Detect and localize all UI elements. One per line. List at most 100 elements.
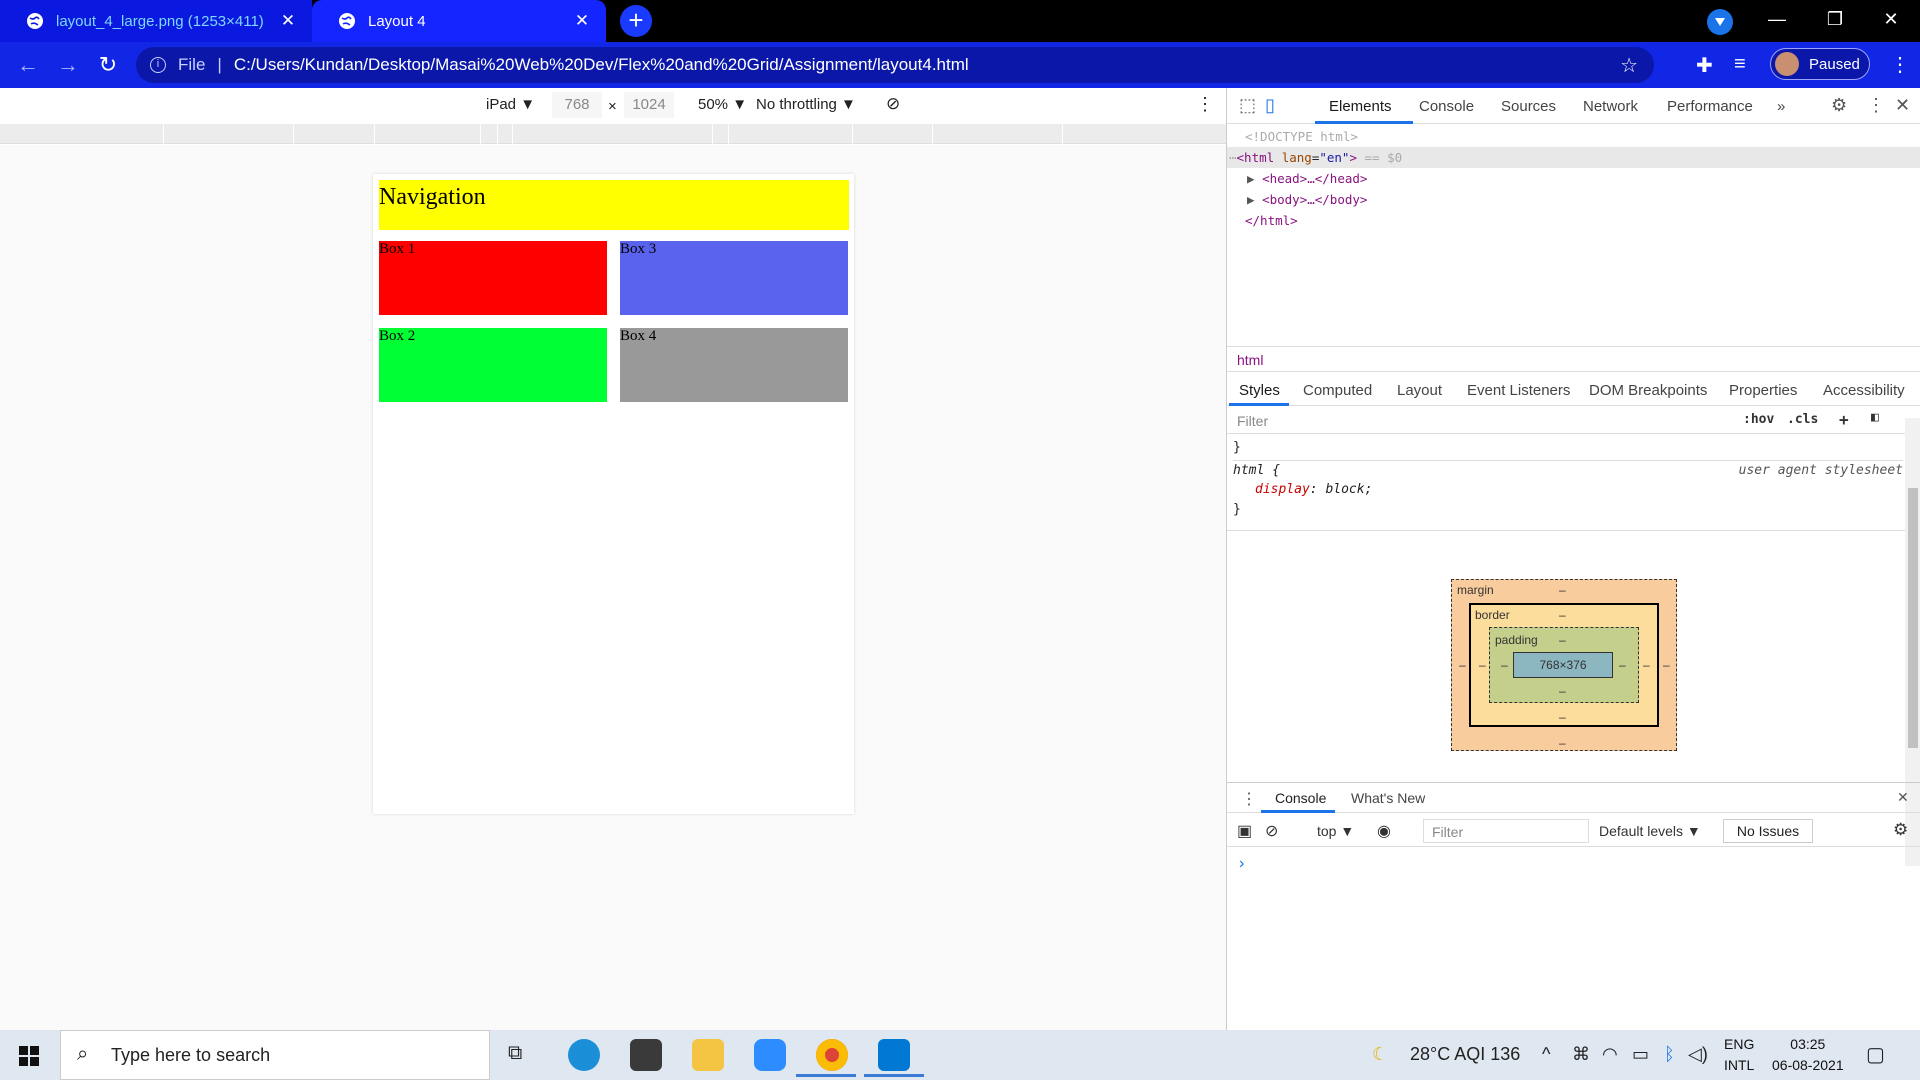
weather-text[interactable]: 28°C AQI 136 <box>1410 1044 1520 1065</box>
url-text[interactable]: C:/Users/Kundan/Desktop/Masai%20Web%20De… <box>234 55 969 75</box>
tab-accessibility[interactable]: Accessibility <box>1823 382 1905 399</box>
clear-console-icon[interactable]: ⊘ <box>1265 821 1278 841</box>
file-explorer-icon[interactable] <box>692 1039 724 1071</box>
close-tab-icon[interactable]: ✕ <box>278 11 298 31</box>
close-devtools-icon[interactable]: ✕ <box>1895 95 1910 116</box>
drawer-tab-console[interactable]: Console <box>1275 790 1326 806</box>
margin-right-value[interactable]: – <box>1663 658 1670 672</box>
media-query-ruler[interactable] <box>0 124 1226 144</box>
device-select[interactable]: iPad ▼ <box>486 96 535 113</box>
profile-button[interactable]: Paused <box>1770 48 1870 80</box>
notifications-icon[interactable]: ▢ <box>1866 1042 1885 1067</box>
wifi-icon[interactable]: ◠ <box>1602 1044 1618 1065</box>
log-levels-select[interactable]: Default levels ▼ <box>1599 823 1701 839</box>
taskbar-search[interactable]: ⌕ Type here to search <box>60 1030 490 1080</box>
rule-selector[interactable]: html { <box>1233 463 1280 478</box>
cls-toggle[interactable]: .cls <box>1787 412 1818 427</box>
extensions-icon[interactable]: ✚ <box>1696 53 1713 78</box>
close-tab-icon[interactable]: ✕ <box>572 11 592 31</box>
margin-bottom-value[interactable]: – <box>1559 736 1566 750</box>
console-sidebar-icon[interactable]: ▣ <box>1237 821 1252 841</box>
border-top-value[interactable]: – <box>1559 608 1566 622</box>
issues-button[interactable]: No Issues <box>1723 819 1813 843</box>
settings-gear-icon[interactable]: ⚙ <box>1831 95 1847 116</box>
chrome-icon[interactable] <box>816 1039 848 1071</box>
margin-top-value[interactable]: – <box>1559 583 1566 597</box>
drawer-menu-icon[interactable]: ⋮ <box>1241 789 1257 809</box>
tab-search-icon[interactable] <box>1707 9 1733 35</box>
tab-event-listeners[interactable]: Event Listeners <box>1467 382 1570 399</box>
tab-performance[interactable]: Performance <box>1667 98 1753 115</box>
styles-filter-input[interactable]: Filter <box>1237 413 1268 429</box>
tab-layout-image[interactable]: layout_4_large.png (1253×411) ✕ <box>0 0 312 42</box>
tab-dom-breakpoints[interactable]: DOM Breakpoints <box>1589 382 1707 399</box>
tab-styles[interactable]: Styles <box>1239 382 1280 399</box>
browser-menu-icon[interactable]: ⋮ <box>1890 52 1910 77</box>
toggle-sidebar-icon[interactable]: ◧ <box>1871 410 1879 425</box>
windows-start-icon[interactable] <box>19 1046 39 1066</box>
dom-html-close[interactable]: </html> <box>1227 210 1920 231</box>
viewport-height-input[interactable]: 1024 <box>624 92 674 118</box>
tab-properties[interactable]: Properties <box>1729 382 1797 399</box>
address-bar[interactable]: i File | C:/Users/Kundan/Desktop/Masai%2… <box>136 47 1654 83</box>
tab-network[interactable]: Network <box>1583 98 1638 115</box>
viewport-width-input[interactable]: 768 <box>552 92 602 118</box>
new-tab-button[interactable]: + <box>620 5 652 37</box>
tab-computed[interactable]: Computed <box>1303 382 1372 399</box>
device-toolbar-menu-icon[interactable]: ⋮ <box>1196 94 1214 115</box>
volume-icon[interactable]: ◁) <box>1688 1044 1708 1065</box>
store-icon[interactable] <box>630 1039 662 1071</box>
battery-icon[interactable]: ▭ <box>1632 1044 1649 1065</box>
back-icon[interactable]: ← <box>8 52 48 78</box>
dom-body-node[interactable]: ▶ <body>…</body> <box>1227 189 1920 210</box>
input-language[interactable]: ENG INTL <box>1724 1034 1754 1076</box>
dom-html-node[interactable]: ⋯<html lang="en"> == $0 <box>1227 147 1920 168</box>
weather-icon[interactable]: ☾ <box>1372 1044 1388 1065</box>
new-rule-icon[interactable]: + <box>1839 410 1849 429</box>
close-drawer-icon[interactable]: ✕ <box>1897 789 1909 806</box>
padding-top-value[interactable]: – <box>1559 633 1566 647</box>
inspect-element-icon[interactable]: ⬚ <box>1239 95 1256 116</box>
more-tabs-icon[interactable]: » <box>1777 98 1785 115</box>
restore-icon[interactable]: ❐ <box>1806 0 1864 42</box>
tab-console[interactable]: Console <box>1419 98 1474 115</box>
padding-bottom-value[interactable]: – <box>1559 684 1566 698</box>
tab-layout[interactable]: Layout <box>1397 382 1442 399</box>
edge-browser-icon[interactable] <box>568 1039 600 1071</box>
tab-sources[interactable]: Sources <box>1501 98 1556 115</box>
tab-layout-4[interactable]: Layout 4 ✕ <box>312 0 606 42</box>
task-view-icon[interactable]: ⧉ <box>508 1042 522 1065</box>
tab-elements[interactable]: Elements <box>1329 98 1392 115</box>
zoom-app-icon[interactable] <box>754 1039 786 1071</box>
device-toggle-icon[interactable]: ▯ <box>1265 95 1275 116</box>
reload-icon[interactable]: ↻ <box>88 52 128 78</box>
drawer-tab-whats-new[interactable]: What's New <box>1351 790 1425 806</box>
hov-toggle[interactable]: :hov <box>1743 412 1774 427</box>
live-expression-eye-icon[interactable]: ◉ <box>1377 821 1391 841</box>
zoom-select[interactable]: 50% ▼ <box>698 96 747 113</box>
margin-left-value[interactable]: – <box>1459 658 1466 672</box>
border-left-value[interactable]: – <box>1479 658 1486 672</box>
devtools-menu-icon[interactable]: ⋮ <box>1867 95 1885 116</box>
styles-scrollbar-thumb[interactable] <box>1908 488 1918 748</box>
media-control-icon[interactable]: ≡ <box>1734 53 1746 76</box>
rule-declaration[interactable]: display: block; <box>1233 480 1903 500</box>
tray-chevron-icon[interactable]: ^ <box>1542 1044 1550 1065</box>
box-model-content[interactable]: 768×376 <box>1513 652 1613 678</box>
border-right-value[interactable]: – <box>1643 658 1650 672</box>
bluetooth-icon[interactable]: ᛒ <box>1664 1044 1675 1065</box>
system-clock[interactable]: 03:25 06-08-2021 <box>1772 1034 1844 1076</box>
console-settings-gear-icon[interactable]: ⚙ <box>1893 820 1908 840</box>
close-window-icon[interactable]: ✕ <box>1862 0 1920 42</box>
rotate-icon[interactable]: ⊘ <box>886 94 900 114</box>
dom-head-node[interactable]: ▶ <head>…</head> <box>1227 168 1920 189</box>
breadcrumb-html[interactable]: html <box>1237 352 1263 368</box>
info-icon[interactable]: i <box>150 57 166 73</box>
context-select[interactable]: top ▼ <box>1317 823 1354 839</box>
padding-right-value[interactable]: – <box>1619 658 1626 672</box>
console-filter-input[interactable]: Filter <box>1423 819 1589 843</box>
padding-left-value[interactable]: – <box>1501 658 1508 672</box>
dom-doctype[interactable]: <!DOCTYPE html> <box>1227 126 1920 147</box>
throttling-select[interactable]: No throttling ▼ <box>756 96 856 113</box>
network-sharing-icon[interactable]: ⌘ <box>1572 1044 1590 1065</box>
